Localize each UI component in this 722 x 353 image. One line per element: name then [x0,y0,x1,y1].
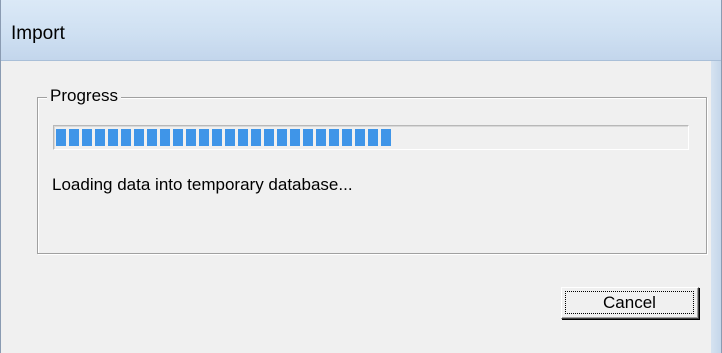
import-dialog: Import Progress Loading data into tempor… [0,0,722,353]
status-message: Loading data into temporary database... [52,175,353,194]
progress-bar-fill [56,129,391,146]
progress-group-label: Progress [47,86,122,106]
cancel-button[interactable]: Cancel [561,287,699,319]
window-title: Import [11,23,65,44]
window-frame-right [711,61,721,353]
dialog-body: Progress Loading data into temporary dat… [1,61,711,353]
cancel-button-label: Cancel [565,291,694,314]
progress-bar [53,125,689,150]
title-bar[interactable]: Import [1,0,721,61]
